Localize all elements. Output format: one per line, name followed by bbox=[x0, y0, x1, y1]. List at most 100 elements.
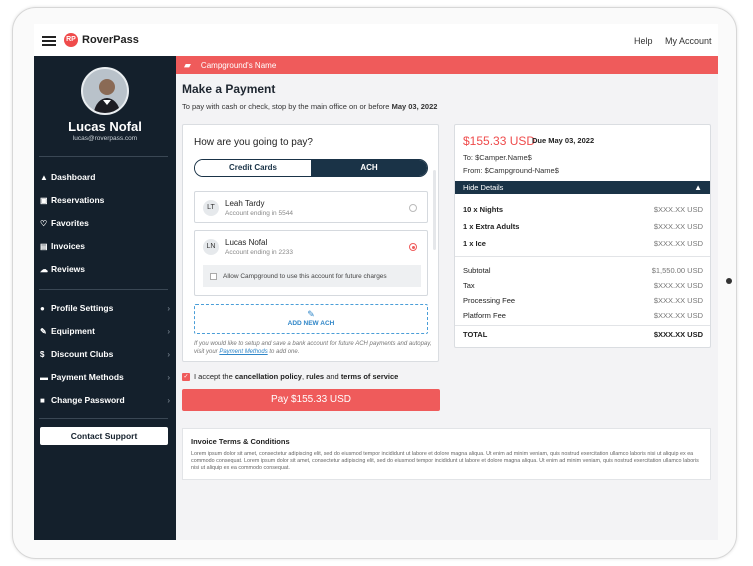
grand-total-value: $XXX.XX USD bbox=[653, 330, 703, 339]
account-ending: Account ending in 5544 bbox=[225, 210, 293, 217]
my-account-link[interactable]: My Account bbox=[665, 36, 712, 46]
add-ach-label: ADD NEW ACH bbox=[287, 320, 335, 327]
sidebar-item-label: Profile Settings bbox=[51, 303, 114, 313]
payment-methods-link[interactable]: Payment Methods bbox=[219, 349, 267, 355]
edit-icon: ✎ bbox=[307, 309, 315, 319]
account-initials: LN bbox=[203, 239, 219, 255]
heart-icon: ♡ bbox=[40, 218, 48, 228]
sidebar-item-reservations[interactable]: ▣ Reservations bbox=[40, 193, 170, 207]
card-scrollbar[interactable] bbox=[433, 170, 436, 250]
wrench-icon: ✎ bbox=[40, 326, 47, 336]
line-item-value: $XXX.XX USD bbox=[653, 205, 703, 214]
reviews-icon: ☁ bbox=[40, 264, 48, 274]
chevron-right-icon: › bbox=[167, 372, 170, 382]
help-link[interactable]: Help bbox=[634, 36, 653, 46]
ach-hint: If you would like to setup and save a ba… bbox=[194, 340, 434, 356]
sidebar-item-profile-settings[interactable]: ● Profile Settings › bbox=[40, 301, 170, 315]
account-option-lucas[interactable]: LN Lucas Nofal Account ending in 2233 Al… bbox=[194, 230, 428, 296]
hamburger-menu-icon[interactable] bbox=[42, 36, 56, 46]
summary-divider bbox=[455, 325, 710, 326]
invoice-icon: ▤ bbox=[40, 241, 48, 251]
tab-ach[interactable]: ACH bbox=[311, 160, 427, 176]
contact-support-button[interactable]: Contact Support bbox=[40, 427, 168, 445]
sidebar-divider bbox=[39, 418, 168, 419]
accept-and: and bbox=[326, 372, 339, 381]
app-screen: RP RoverPass Help My Account Lucas Nofal… bbox=[34, 24, 718, 540]
payment-question: How are you going to pay? bbox=[194, 137, 313, 148]
logo-icon: RP bbox=[64, 33, 78, 47]
account-initials: LT bbox=[203, 200, 219, 216]
sidebar-item-reviews[interactable]: ☁ Reviews bbox=[40, 262, 170, 276]
user-icon: ● bbox=[40, 303, 45, 313]
dashboard-icon: ▲ bbox=[40, 172, 48, 182]
rules-link[interactable]: rules bbox=[306, 372, 324, 381]
hint-text-end: to add one. bbox=[269, 349, 300, 355]
accept-checkbox[interactable]: ✓ bbox=[182, 372, 190, 381]
invoice-terms: Invoice Terms & Conditions Lorem ipsum d… bbox=[182, 428, 711, 480]
logo-text[interactable]: RoverPass bbox=[82, 34, 139, 46]
line-item: 10 x Nights $XXX.XX USD bbox=[463, 205, 703, 214]
page-title: Make a Payment bbox=[182, 82, 276, 96]
account-option-leah[interactable]: LT Leah Tardy Account ending in 5544 bbox=[194, 191, 428, 223]
page-subtitle: To pay with cash or check, stop by the m… bbox=[182, 102, 437, 111]
payment-type-toggle: Credit Cards ACH bbox=[194, 159, 428, 177]
fee-value: $XXX.XX USD bbox=[653, 281, 703, 290]
sidebar-item-favorites[interactable]: ♡ Favorites bbox=[40, 216, 170, 230]
account-radio[interactable] bbox=[409, 204, 417, 212]
sidebar-item-label: Equipment bbox=[51, 326, 95, 336]
sidebar-item-equipment[interactable]: ✎ Equipment › bbox=[40, 324, 170, 338]
card-icon: ▬ bbox=[40, 372, 48, 382]
accept-separator: , bbox=[301, 372, 305, 381]
accept-terms[interactable]: ✓ I accept the cancellation policy, rule… bbox=[182, 372, 398, 381]
pay-button[interactable]: Pay $155.33 USD bbox=[182, 389, 440, 411]
campground-name: Campground's Name bbox=[200, 60, 277, 70]
account-ending: Account ending in 2233 bbox=[225, 249, 293, 256]
dollar-icon: $ bbox=[40, 349, 45, 359]
cancellation-policy-link[interactable]: cancellation policy bbox=[235, 372, 302, 381]
lock-icon: ■ bbox=[40, 395, 45, 405]
fee-value: $1,550.00 USD bbox=[651, 266, 703, 275]
top-bar: RP RoverPass Help My Account bbox=[34, 24, 718, 56]
tab-credit-cards[interactable]: Credit Cards bbox=[195, 160, 311, 176]
chevron-right-icon: › bbox=[167, 303, 170, 313]
sidebar-item-payment-methods[interactable]: ▬ Payment Methods › bbox=[40, 370, 170, 384]
sidebar: Lucas Nofal lucas@roverpass.com ▲ Dashbo… bbox=[34, 56, 176, 540]
due-date: Due May 03, 2022 bbox=[532, 136, 595, 145]
campground-banner: ▰ Campground's Name bbox=[176, 56, 718, 74]
sidebar-divider bbox=[39, 289, 168, 290]
camera-dot bbox=[726, 278, 732, 284]
fee-label: Subtotal bbox=[463, 266, 491, 275]
sidebar-item-label: Dashboard bbox=[51, 172, 96, 182]
invoice-to: To: $Camper.Name$ bbox=[463, 153, 532, 162]
invoice-from: From: $Campground-Name$ bbox=[463, 166, 559, 175]
fee-label: Platform Fee bbox=[463, 311, 506, 320]
chevron-right-icon: › bbox=[167, 326, 170, 336]
account-name: Lucas Nofal bbox=[225, 238, 268, 247]
fee-row: Subtotal $1,550.00 USD bbox=[463, 266, 703, 275]
sidebar-item-invoices[interactable]: ▤ Invoices bbox=[40, 239, 170, 253]
fee-label: Processing Fee bbox=[463, 296, 516, 305]
sidebar-item-discount-clubs[interactable]: $ Discount Clubs › bbox=[40, 347, 170, 361]
line-item-label: 1 x Ice bbox=[463, 239, 486, 248]
fee-value: $XXX.XX USD bbox=[653, 311, 703, 320]
terms-of-service-link[interactable]: terms of service bbox=[341, 372, 399, 381]
account-radio-selected[interactable] bbox=[409, 243, 417, 251]
grand-total-label: TOTAL bbox=[463, 330, 488, 339]
line-item: 1 x Extra Adults $XXX.XX USD bbox=[463, 222, 703, 231]
invoice-summary: $155.33 USD Due May 03, 2022 To: $Camper… bbox=[454, 124, 711, 348]
sidebar-item-label: Discount Clubs bbox=[51, 349, 114, 359]
subtitle-text: To pay with cash or check, stop by the m… bbox=[182, 102, 390, 111]
sidebar-item-change-password[interactable]: ■ Change Password › bbox=[40, 393, 170, 407]
allow-checkbox[interactable] bbox=[210, 272, 217, 280]
allow-future-charges[interactable]: Allow Campground to use this account for… bbox=[203, 265, 421, 287]
hide-details-toggle[interactable]: Hide Details ▲ bbox=[455, 181, 710, 194]
add-ach-button[interactable]: ✎ ADD NEW ACH bbox=[194, 304, 428, 334]
line-item-value: $XXX.XX USD bbox=[653, 239, 703, 248]
sidebar-item-dashboard[interactable]: ▲ Dashboard bbox=[40, 170, 170, 184]
fee-row: Processing Fee $XXX.XX USD bbox=[463, 296, 703, 305]
chevron-right-icon: › bbox=[167, 395, 170, 405]
invoice-total: $155.33 USD bbox=[463, 134, 536, 148]
fee-label: Tax bbox=[463, 281, 475, 290]
user-email: lucas@roverpass.com bbox=[72, 135, 138, 142]
avatar bbox=[81, 67, 129, 115]
